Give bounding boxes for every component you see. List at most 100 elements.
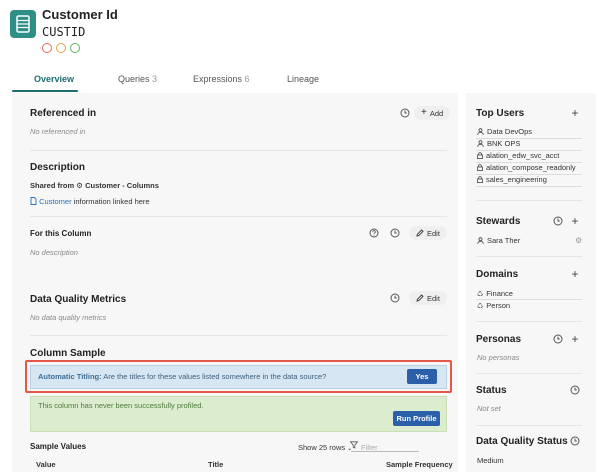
user-name: sales_engineering (486, 175, 547, 184)
tab-label: Expressions (193, 74, 243, 84)
help-button[interactable] (367, 226, 381, 240)
page-subtitle: CUSTID (42, 25, 86, 39)
edit-dq-metrics-button[interactable]: Edit (409, 291, 447, 305)
list-item[interactable]: BNK OPS (477, 139, 520, 148)
divider (476, 299, 582, 300)
divider (476, 373, 582, 374)
column-sample-title: Column Sample (30, 348, 106, 359)
history-button[interactable] (568, 383, 582, 397)
edit-label: Edit (427, 228, 440, 238)
automatic-titling-text: Automatic Titling: Are the titles for th… (38, 372, 326, 381)
plus-icon: + (571, 332, 579, 346)
tab-expressions[interactable]: Expressions 6 (193, 74, 250, 84)
user-icon (477, 140, 484, 147)
tab-lineage[interactable]: Lineage (287, 74, 319, 84)
active-tab-indicator (12, 90, 78, 92)
list-item[interactable]: ♺ Person (477, 301, 510, 310)
add-domain-button[interactable]: + (568, 267, 582, 281)
tab-queries[interactable]: Queries 3 (118, 74, 157, 84)
endorse-flag[interactable] (42, 43, 52, 53)
plus-icon: + (571, 267, 579, 281)
lock-icon (477, 176, 483, 183)
dq-status-value: Medium (477, 456, 504, 465)
referenced-empty: No referenced in (30, 127, 86, 136)
divider (30, 216, 447, 217)
user-name: alation_compose_readonly (486, 163, 576, 172)
dq-status-title: Data Quality Status (476, 436, 568, 447)
add-reference-button[interactable]: + Add (414, 106, 451, 120)
for-column-title: For this Column (30, 229, 92, 238)
trust-flags (42, 43, 80, 53)
show-rows-select[interactable]: Show 25 rows ⌄ (298, 443, 352, 452)
user-name: alation_edw_svc_acct (486, 151, 560, 160)
yes-button[interactable]: Yes (407, 369, 437, 384)
column-header-frequency[interactable]: Sample Frequency (386, 460, 453, 469)
history-button[interactable] (398, 106, 412, 120)
list-item[interactable]: sales_engineering (477, 175, 547, 184)
status-empty: Not set (477, 404, 501, 413)
shared-prefix: Shared from (30, 181, 75, 190)
history-button[interactable] (568, 434, 582, 448)
tab-overview[interactable]: Overview (34, 74, 74, 84)
lock-icon (477, 164, 483, 171)
edit-label: Edit (427, 293, 440, 303)
history-button[interactable] (551, 332, 565, 346)
add-steward-button[interactable]: + (568, 214, 582, 228)
clock-icon (400, 108, 410, 118)
referenced-title: Referenced in (30, 108, 97, 119)
personas-title: Personas (476, 334, 522, 345)
page-title: Customer Id (42, 7, 118, 22)
divider (476, 200, 582, 201)
user-name: Data DevOps (487, 127, 533, 136)
add-top-user-button[interactable]: + (568, 106, 582, 120)
personas-empty: No personas (477, 353, 520, 362)
list-item[interactable]: Data DevOps (477, 127, 532, 136)
warning-flag[interactable] (56, 43, 66, 53)
divider (476, 256, 582, 257)
settings-icon[interactable]: ⚙ (575, 236, 582, 245)
history-button[interactable] (551, 214, 565, 228)
clock-icon (553, 334, 563, 344)
dq-metrics-empty: No data quality metrics (30, 313, 107, 322)
divider (476, 321, 582, 322)
divider (30, 150, 447, 151)
plus-icon: + (421, 107, 427, 118)
show-rows-label: Show 25 rows (298, 443, 346, 452)
clock-icon (570, 436, 580, 446)
top-users-title: Top Users (476, 108, 525, 119)
clock-icon (570, 385, 580, 395)
list-item[interactable]: ♺ Finance (477, 289, 513, 298)
link-rest: information linked here (73, 197, 150, 206)
divider (476, 186, 582, 187)
status-title: Status (476, 385, 507, 396)
list-item[interactable]: Sara Ther (477, 236, 520, 245)
list-item[interactable]: alation_edw_svc_acct (477, 151, 559, 160)
column-header-title[interactable]: Title (208, 460, 223, 469)
divider (30, 335, 447, 336)
domain-icon: ♺ (477, 290, 484, 298)
user-icon (477, 128, 484, 135)
customer-link[interactable]: Customer (39, 197, 72, 206)
user-name: BNK OPS (487, 139, 521, 148)
clock-icon (390, 293, 400, 303)
pencil-icon (416, 294, 424, 302)
history-button[interactable] (388, 291, 402, 305)
list-item[interactable]: alation_compose_readonly (477, 163, 576, 172)
auto-title-question: Are the titles for these values listed s… (103, 372, 327, 381)
edit-column-description-button[interactable]: Edit (409, 226, 447, 240)
clock-icon (553, 216, 563, 226)
shared-source[interactable]: Customer - Columns (85, 181, 159, 190)
add-persona-button[interactable]: + (568, 332, 582, 346)
dq-metrics-title: Data Quality Metrics (30, 294, 127, 305)
stewards-title: Stewards (476, 216, 521, 227)
history-button[interactable] (388, 226, 402, 240)
shared-from: Shared from ⚙ Customer - Columns (30, 181, 159, 190)
gear-icon: ⚙ (76, 181, 84, 190)
tab-count: 6 (244, 74, 250, 84)
plus-icon: + (571, 214, 579, 228)
for-column-empty: No description (30, 248, 78, 257)
question-icon (369, 228, 379, 238)
run-profile-button[interactable]: Run Profile (393, 411, 440, 426)
column-header-value[interactable]: Value (36, 460, 56, 469)
deprecate-flag[interactable] (70, 43, 80, 53)
